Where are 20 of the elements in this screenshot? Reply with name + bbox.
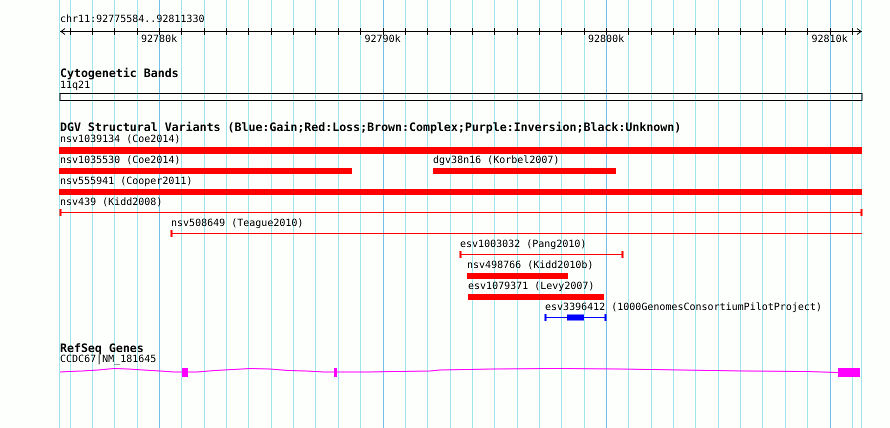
- track-title: DGV Structural Variants (Blue:Gain;Red:Loss;Brown:Complex;Purple:Inversion;Black:Unknown): [60, 120, 682, 134]
- track-title: RefSeq Genes: [60, 341, 144, 355]
- variant-label: nsv498766 (Kidd2010b): [467, 259, 594, 273]
- variant-label: nsv1035530 (Coe2014): [60, 154, 180, 168]
- tick-label: 92810k: [812, 33, 848, 47]
- tick-label: 92790k: [364, 33, 401, 47]
- variant-label: nsv1039134 (Coe2014): [60, 133, 180, 147]
- track-title: Cytogenetic Bands: [60, 66, 179, 80]
- region-label: chr11:92775584..92811330: [60, 13, 204, 27]
- band-label: 11q21: [60, 80, 90, 93]
- variant-label: esv3396412 (1000GenomesConsortiumPilotProject): [545, 301, 822, 315]
- tick-label: 92780k: [141, 33, 178, 47]
- tick-label: 92800k: [588, 33, 624, 47]
- gene-label: CCDC67|NM_181645: [60, 354, 156, 367]
- variant-label: dgv38n16 (Korbel2007): [433, 154, 560, 168]
- variant-label: nsv555941 (Cooper2011): [60, 175, 192, 189]
- variant-label: nsv508649 (Teague2010): [171, 217, 304, 231]
- variant-label: nsv439 (Kidd2008): [60, 196, 162, 210]
- variant-label: esv1003032 (Pang2010): [460, 238, 586, 252]
- variant-label: esv1079371 (Levy2007): [468, 280, 594, 294]
